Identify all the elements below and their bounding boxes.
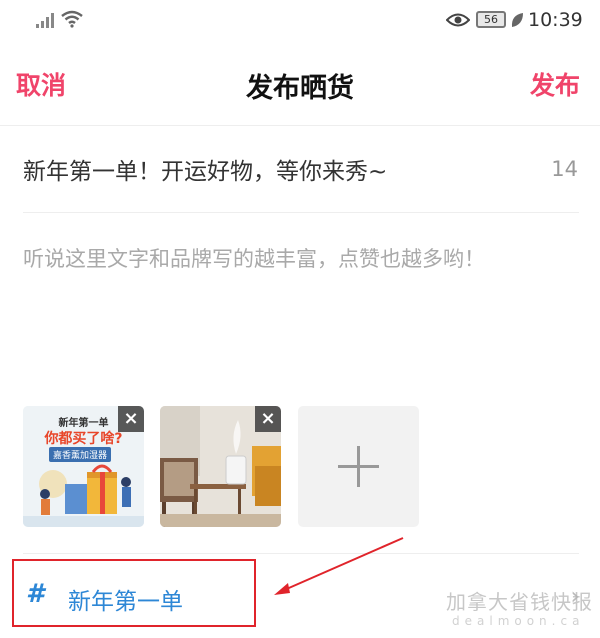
publish-button[interactable]: 发布 [530,66,580,102]
title-input[interactable]: 新年第一单！开运好物，等你来秀~ [23,152,387,186]
image-thumbnail-1[interactable]: 新年第一单 你都买了啥? 嘉香薰加湿器 × [23,406,144,527]
battery-icon: 56 [476,11,506,28]
divider [0,125,600,126]
body-textarea[interactable]: 听说这里文字和品牌写的越丰富，点赞也越多哟！ [23,243,485,273]
wifi-icon [61,10,83,28]
promo-text-line3: 嘉香薰加湿器 [49,447,112,462]
eye-icon [446,13,470,27]
image-thumbnail-2[interactable]: × [160,406,281,527]
leaf-icon [511,13,523,27]
add-image-button[interactable] [298,406,419,527]
remove-image-button[interactable]: × [255,406,281,432]
remove-image-button[interactable]: × [118,406,144,432]
divider [23,212,579,213]
title-char-count: 14 [551,157,578,181]
plus-icon [357,446,360,487]
nav-bar: 取消 发布晒货 发布 [0,52,600,122]
watermark-sub: dealmoon.ca [452,614,585,628]
status-bar: 56 10:39 [0,0,600,40]
watermark: 加拿大省钱快报 [446,590,593,614]
signal-icon [36,13,54,28]
annotation-highlight-box [12,559,256,627]
page-title: 发布晒货 [246,73,354,104]
clock-time: 10:39 [528,9,583,31]
annotation-arrow [274,537,404,595]
